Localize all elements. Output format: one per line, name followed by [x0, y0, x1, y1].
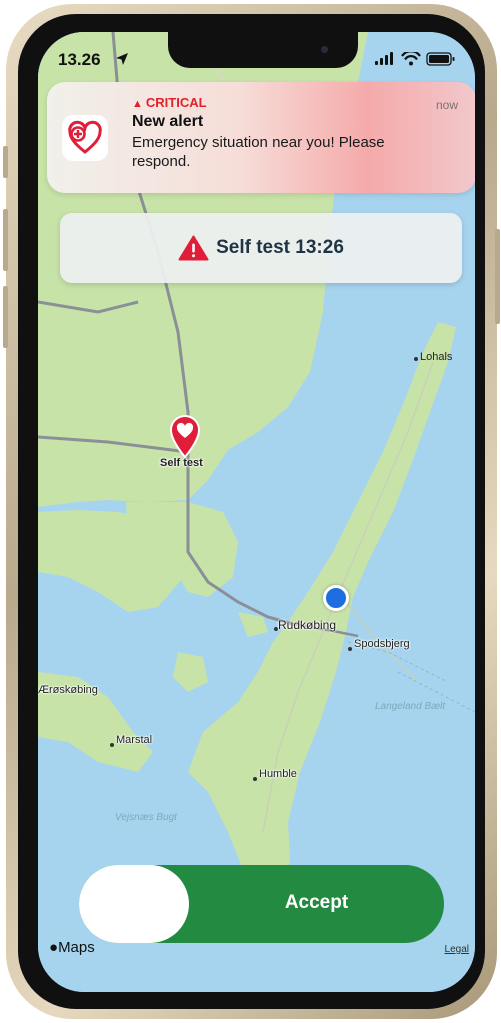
slider-knob[interactable] [79, 865, 189, 943]
place-dot [253, 777, 257, 781]
notification-body: Emergency situation near you! Please res… [132, 134, 385, 170]
pin-label: Self test [160, 457, 203, 469]
mute-switch [3, 146, 8, 178]
water-label-vejsnaes-bugt: Vejsnæs Bugt [115, 812, 177, 823]
place-dot [348, 647, 352, 651]
place-dot [414, 357, 418, 361]
place-label-lohals: Lohals [420, 351, 453, 363]
status-time: 13.26 [58, 50, 101, 69]
place-label-aeroskobing: Ærøskøbing [38, 684, 98, 696]
warning-triangle-icon [178, 235, 209, 261]
apple-logo-icon: ● [49, 939, 59, 956]
warning-icon: ▲ [132, 98, 143, 110]
critical-notification[interactable]: ▲ CRITICAL now New alert Emergency situat… [47, 82, 475, 193]
location-arrow-icon [116, 53, 128, 65]
current-location-dot [323, 585, 349, 611]
notification-title: New alert [132, 113, 204, 130]
banner-text: Self test 13:26 [216, 237, 344, 258]
legal-link[interactable]: Legal [445, 944, 469, 955]
volume-up-button [3, 209, 8, 271]
place-label-humble: Humble [259, 768, 297, 780]
volume-down-button [3, 286, 8, 348]
phone-frame: Lohals Rudkøbing Spodsbjerg Ærøskøbing M… [3, 4, 500, 1019]
status-icons [375, 52, 455, 66]
power-button [495, 229, 500, 324]
place-label-rudkobing: Rudkøbing [278, 618, 337, 632]
accept-slider[interactable]: Accept [79, 865, 444, 943]
cellular-signal-icon [375, 52, 393, 65]
notch [168, 32, 358, 68]
heart-cross-icon [68, 120, 102, 154]
maps-attribution[interactable]: ●Maps [49, 939, 95, 956]
water-label-langeland-baelt: Langeland Bælt [374, 701, 446, 712]
accept-label: Accept [284, 892, 349, 913]
place-dot [110, 743, 114, 747]
battery-icon [426, 52, 455, 66]
camera-icon [321, 46, 328, 53]
notification-level: ▲ CRITICAL [132, 95, 207, 110]
place-label-spodsbjerg: Spodsbjerg [354, 638, 410, 650]
screen: Lohals Rudkøbing Spodsbjerg Ærøskøbing M… [38, 32, 475, 992]
wifi-icon [401, 52, 421, 66]
self-test-banner[interactable]: Self test 13:26 [60, 213, 462, 283]
place-label-marstal: Marstal [116, 734, 153, 746]
notification-time: now [435, 98, 458, 112]
alert-location-pin-icon[interactable] [168, 414, 202, 458]
app-icon [62, 115, 108, 161]
